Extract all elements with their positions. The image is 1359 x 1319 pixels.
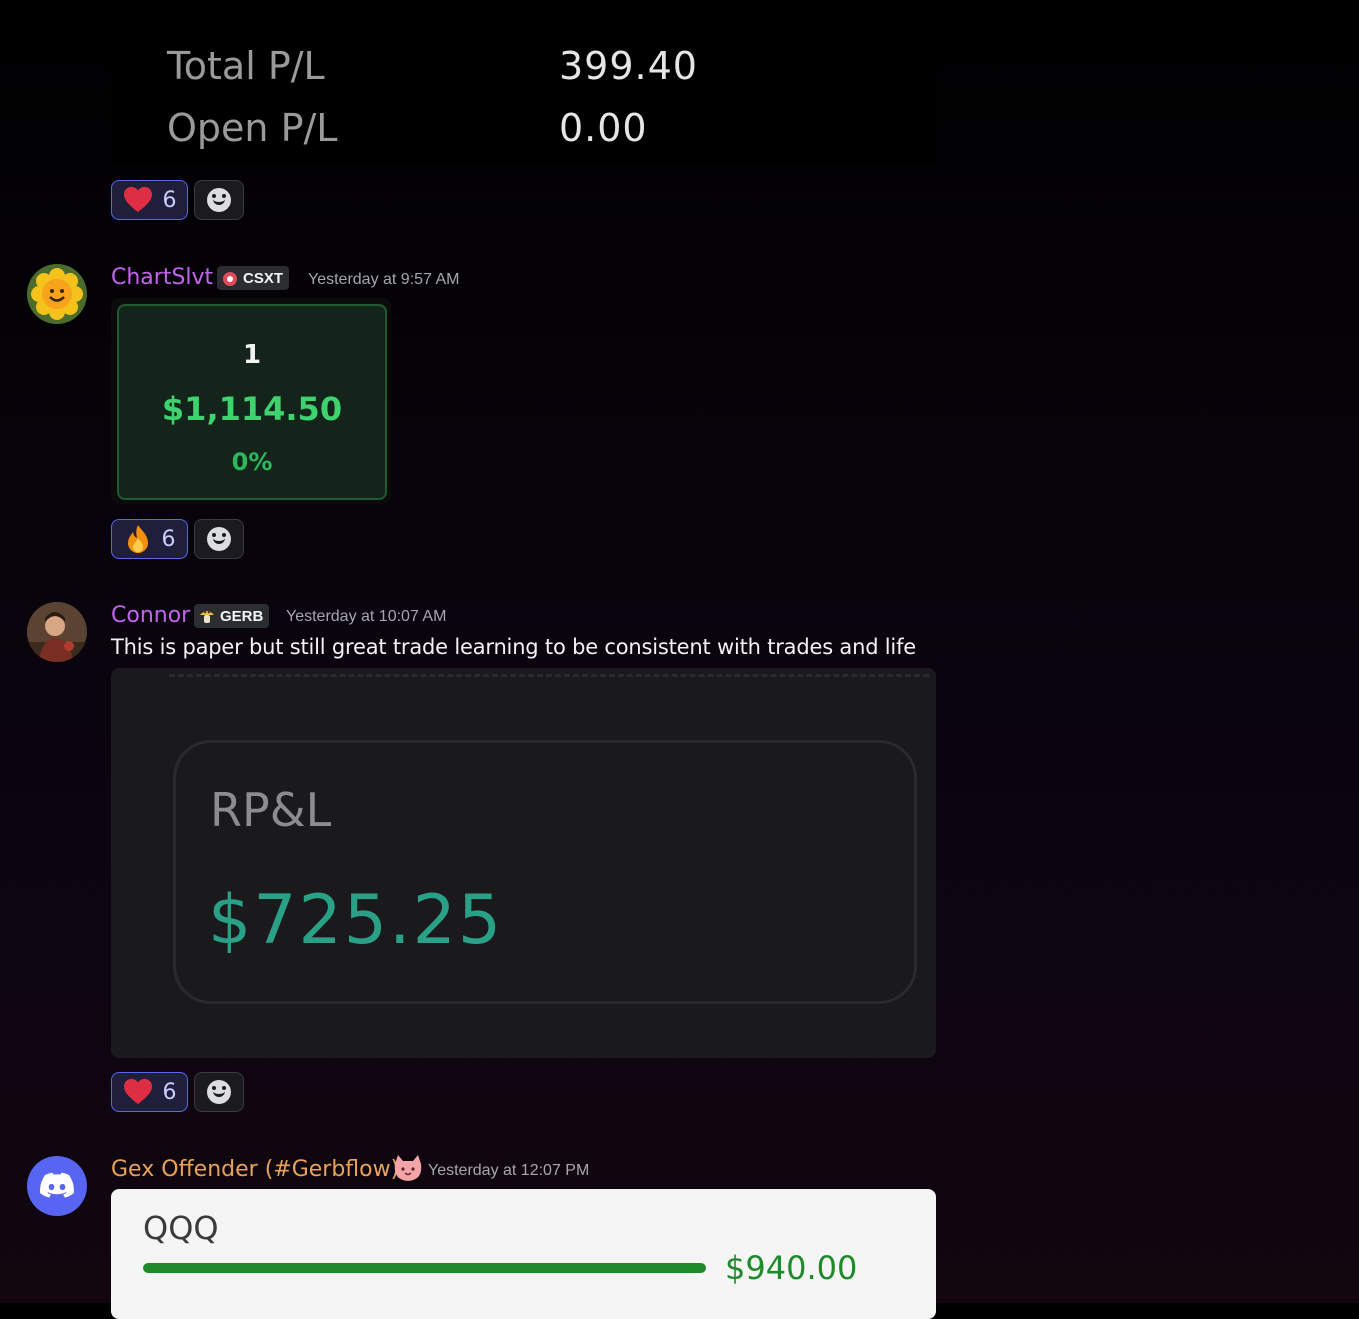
add-reaction-button[interactable] xyxy=(194,519,244,559)
rank-label: 1 xyxy=(242,340,262,370)
username[interactable]: Gex Offender (#Gerbflow) xyxy=(111,1157,399,1182)
leaderboard-image[interactable]: 1 $1,114.50 0% xyxy=(111,298,391,504)
tag-emblem-icon xyxy=(223,272,237,286)
reaction-count: 6 xyxy=(162,187,177,213)
timestamp[interactable]: Yesterday at 9:57 AM xyxy=(308,271,460,289)
message-text: This is paper but still great trade lear… xyxy=(111,635,916,659)
ticker-value: $940.00 xyxy=(725,1249,858,1287)
total-pl-value: 399.40 xyxy=(559,44,698,88)
reaction-fire[interactable]: 6 xyxy=(111,519,188,559)
pl-summary-image[interactable]: Total P/L 399.40 Open P/L 0.00 xyxy=(111,0,937,165)
total-pl-label: Total P/L xyxy=(167,44,325,88)
add-reaction-button[interactable] xyxy=(194,1072,244,1112)
fire-icon xyxy=(127,525,148,553)
sunflower-avatar-icon xyxy=(27,264,87,324)
rpl-panel: RP&L $725.25 xyxy=(173,740,917,1004)
timestamp[interactable]: Yesterday at 12:07 PM xyxy=(428,1162,589,1180)
server-tag[interactable]: CSXT xyxy=(217,266,290,290)
avatar[interactable] xyxy=(27,1156,87,1216)
reaction-count: 6 xyxy=(161,526,176,552)
percent-label: 0% xyxy=(231,448,273,476)
rpl-label: RP&L xyxy=(210,783,332,837)
avatar[interactable] xyxy=(27,264,87,324)
heart-icon xyxy=(123,1078,152,1105)
qqq-image[interactable]: QQQ $940.00 xyxy=(111,1189,936,1319)
leaderboard-card: 1 $1,114.50 0% xyxy=(117,304,387,500)
smiley-icon xyxy=(207,188,231,212)
username[interactable]: Connor xyxy=(111,603,190,628)
divider xyxy=(169,674,929,677)
avatar[interactable] xyxy=(27,602,87,662)
discord-logo-icon xyxy=(40,1172,74,1198)
ticker-label: QQQ xyxy=(143,1209,219,1247)
person-avatar-icon xyxy=(27,602,87,662)
server-tag[interactable]: GERB xyxy=(194,604,270,628)
rpl-value: $725.25 xyxy=(208,881,504,960)
rpl-screenshot-image[interactable]: RP&L $725.25 xyxy=(111,668,936,1058)
smiley-icon xyxy=(207,1080,231,1104)
reaction-heart[interactable]: 6 xyxy=(111,180,188,220)
heart-icon xyxy=(123,186,152,213)
timestamp[interactable]: Yesterday at 10:07 AM xyxy=(286,608,446,626)
open-pl-label: Open P/L xyxy=(167,106,338,150)
username[interactable]: ChartSlvt xyxy=(111,265,213,290)
open-pl-value: 0.00 xyxy=(559,106,648,150)
amount-label: $1,114.50 xyxy=(161,390,343,428)
smiley-icon xyxy=(207,527,231,551)
add-reaction-button[interactable] xyxy=(194,180,244,220)
pink-cat-emoji-icon xyxy=(394,1155,422,1181)
reaction-count: 6 xyxy=(162,1079,177,1105)
tag-emblem-icon xyxy=(200,610,214,623)
reaction-heart[interactable]: 6 xyxy=(111,1072,188,1112)
tag-label: GERB xyxy=(220,607,264,625)
tag-label: CSXT xyxy=(243,269,284,287)
progress-bar xyxy=(143,1263,706,1273)
